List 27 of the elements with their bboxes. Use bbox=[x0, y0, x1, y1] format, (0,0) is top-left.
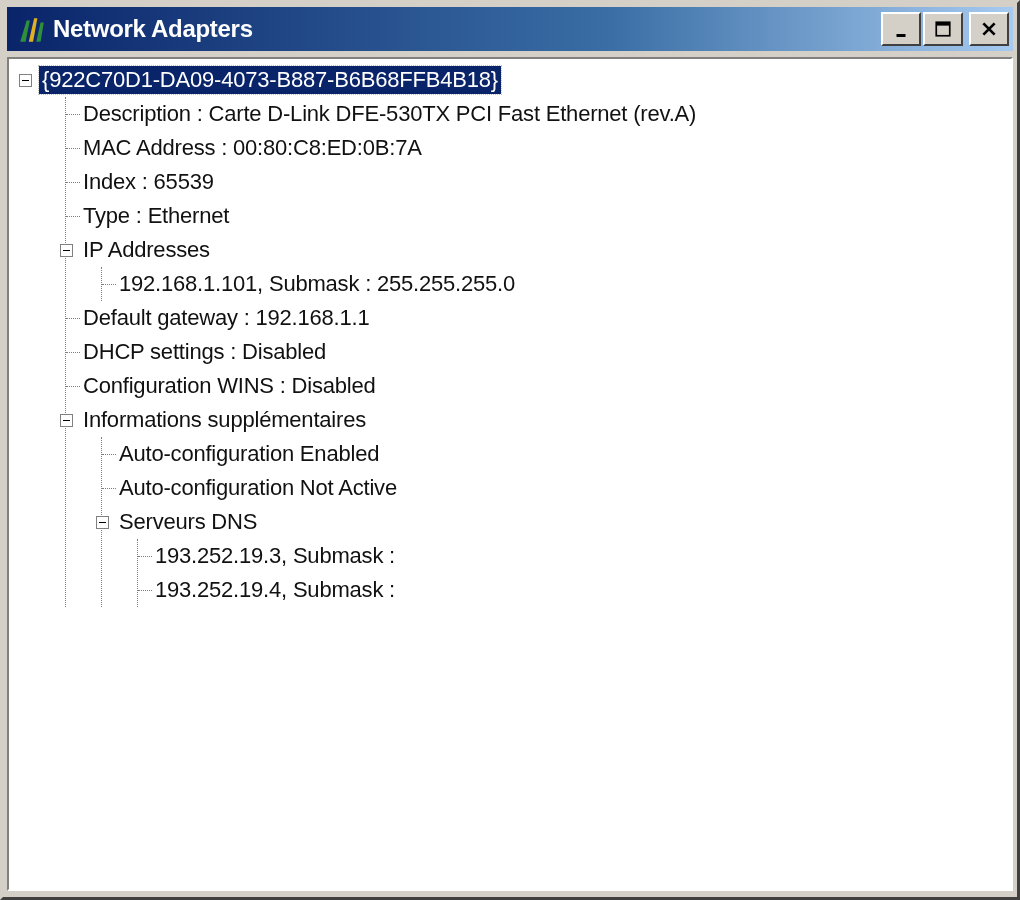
tree-item[interactable]: 193.252.19.4, Submask : bbox=[152, 576, 398, 604]
tree-item[interactable]: Type : Ethernet bbox=[80, 202, 233, 230]
maximize-icon bbox=[934, 20, 952, 38]
tree-item[interactable]: 193.252.19.3, Submask : bbox=[152, 542, 398, 570]
tree-item[interactable]: 192.168.1.101, Submask : 255.255.255.0 bbox=[116, 270, 519, 298]
tree-item[interactable]: Description : Carte D-Link DFE-530TX PCI Fast Ethernet (rev.A) bbox=[80, 100, 700, 128]
tree-item[interactable]: Informations supplémentaires bbox=[80, 406, 369, 434]
tree-item[interactable]: IP Addresses bbox=[80, 236, 213, 264]
tree-item[interactable]: Auto-configuration Not Active bbox=[116, 474, 400, 502]
close-button[interactable] bbox=[969, 12, 1009, 46]
collapse-toggle[interactable] bbox=[18, 73, 32, 87]
collapse-toggle[interactable] bbox=[59, 243, 73, 257]
maximize-button[interactable] bbox=[923, 12, 963, 46]
collapse-toggle[interactable] bbox=[59, 413, 73, 427]
minimize-button[interactable] bbox=[881, 12, 921, 46]
tree-item[interactable]: Auto-configuration Enabled bbox=[116, 440, 383, 468]
tree-item[interactable]: Default gateway : 192.168.1.1 bbox=[80, 304, 373, 332]
close-icon bbox=[980, 20, 998, 38]
tree-item[interactable]: Configuration WINS : Disabled bbox=[80, 372, 379, 400]
tree-item[interactable]: MAC Address : 00:80:C8:ED:0B:7A bbox=[80, 134, 425, 162]
collapse-toggle[interactable] bbox=[95, 515, 109, 529]
minimize-icon bbox=[896, 33, 906, 37]
tree-item[interactable]: {922C70D1-DA09-4073-B887-B6B68FFB4B18} bbox=[39, 66, 501, 94]
tree-item[interactable]: Index : 65539 bbox=[80, 168, 217, 196]
tree-item[interactable]: Serveurs DNS bbox=[116, 508, 261, 536]
tree-item[interactable]: DHCP settings : Disabled bbox=[80, 338, 329, 366]
window-title: Network Adapters bbox=[53, 15, 254, 43]
